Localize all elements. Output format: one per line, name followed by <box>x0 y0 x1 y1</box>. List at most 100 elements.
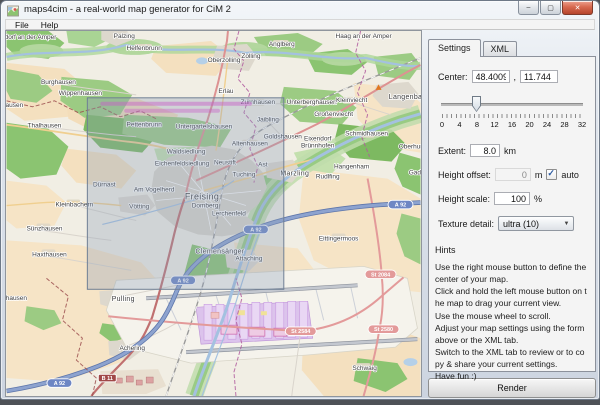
height-offset-input <box>495 168 531 181</box>
height-scale-unit: % <box>534 194 542 204</box>
menu-bar: FileHelp <box>5 19 595 30</box>
map-selection-rectangle[interactable] <box>87 98 283 289</box>
road-shield: A 92 <box>47 379 72 387</box>
map-label: Gaden <box>409 170 421 177</box>
height-offset-label: Height offset: <box>438 170 491 180</box>
map-label: Oberzolling <box>208 57 241 64</box>
map-label: Haxthausen <box>32 251 67 258</box>
map-label: Haag an der Amper <box>336 33 393 40</box>
maximize-button[interactable]: ▢ <box>540 1 561 15</box>
slider-tick-labels: 048121620242832 <box>442 120 582 131</box>
map-label: Palzing <box>114 33 136 40</box>
window-title: maps4cim - a real-world map generator fo… <box>24 4 231 15</box>
slider-track[interactable] <box>441 103 583 106</box>
auto-checkbox[interactable] <box>546 169 557 180</box>
pond <box>403 358 417 366</box>
map-label: Eittingermoos <box>319 235 359 242</box>
close-icon: ✕ <box>575 4 581 12</box>
menu-item-file[interactable]: File <box>10 20 34 30</box>
svg-text:A 92: A 92 <box>54 381 65 387</box>
slider-tick-label: 8 <box>475 120 479 129</box>
slider-tick-label: 32 <box>578 120 586 129</box>
center-lon-input[interactable] <box>520 70 558 83</box>
slider-tick-label: 24 <box>543 120 551 129</box>
map-label: Langenbach <box>389 94 421 101</box>
height-scale-input[interactable] <box>494 192 530 205</box>
height-offset-unit: m <box>535 170 543 180</box>
app-icon <box>7 4 19 16</box>
chevron-down-icon: ▼ <box>560 221 573 227</box>
svg-text:St 2584: St 2584 <box>291 329 311 335</box>
slider-ticks <box>442 114 583 118</box>
slider-tick-label: 4 <box>457 120 461 129</box>
svg-text:St 2580: St 2580 <box>374 327 393 333</box>
map-label: Kleinviecht <box>336 97 367 104</box>
settings-tab-panel: Center: , 048121620242832 Extent: km Hei… <box>428 56 596 372</box>
menu-item-help[interactable]: Help <box>36 20 63 30</box>
hints-text: Use the right mouse button to define the… <box>435 261 588 382</box>
map-label: Sünzhausen <box>26 225 62 232</box>
map-label: Anglberg <box>269 41 295 48</box>
road-shield: St 2584 <box>285 327 316 335</box>
hints-title: Hints <box>435 245 586 255</box>
svg-text:B 11: B 11 <box>102 376 113 382</box>
road-shield: St 2084 <box>365 270 396 278</box>
center-lat-input[interactable] <box>472 70 510 83</box>
close-button[interactable]: ✕ <box>562 1 593 15</box>
extent-label: Extent: <box>438 146 466 156</box>
map-label: Eixendorf <box>304 136 332 143</box>
map-label: Zolling <box>241 53 260 60</box>
map-label: Brünnhofen <box>301 143 335 150</box>
map-canvas[interactable]: dorf an der Amper Palzing Helfenbrunn Haag … <box>6 31 421 396</box>
map-label: Erlau <box>218 88 234 95</box>
slider-tick-label: 0 <box>440 120 444 129</box>
map-label: Pulling <box>112 296 135 303</box>
texture-detail-value: ultra (10) <box>499 219 560 229</box>
map-label: Helfenbrunn <box>127 45 163 52</box>
map-label: Wippenhausen <box>59 90 103 97</box>
road-shield: A 92 <box>388 200 413 208</box>
svg-text:St 2084: St 2084 <box>371 272 391 278</box>
road-shield: St 2580 <box>368 325 399 333</box>
map-label: Unterberghausen <box>287 99 337 106</box>
texture-detail-label: Texture detail: <box>438 219 494 229</box>
selection-watermark <box>100 102 252 106</box>
map-label: Rudlfing <box>316 174 340 181</box>
tab-bar: Settings XML <box>425 30 597 56</box>
slider-tick-label: 28 <box>560 120 568 129</box>
map-label: hausen <box>6 102 24 109</box>
height-scale-label: Height scale: <box>438 194 490 204</box>
map-label: Burghausen <box>41 79 76 86</box>
minimize-button[interactable]: – <box>518 1 539 15</box>
pond <box>196 57 208 64</box>
map-label: Großenviecht <box>314 111 353 118</box>
map-label: Achering <box>119 345 145 352</box>
selection-watermark <box>124 109 220 113</box>
slider-thumb[interactable] <box>472 96 481 112</box>
map-view[interactable]: dorf an der Amper Palzing Helfenbrunn Haag … <box>5 30 422 397</box>
app-window: maps4cim - a real-world map generator fo… <box>0 0 600 400</box>
road-shield: B 11 <box>98 374 116 382</box>
map-label: dorf an der Amper <box>6 34 57 41</box>
texture-detail-select[interactable]: ultra (10) ▼ <box>498 216 574 231</box>
tab-settings[interactable]: Settings <box>428 39 481 57</box>
extent-unit: km <box>504 146 516 156</box>
slider-tick-label: 12 <box>490 120 498 129</box>
minimize-icon: – <box>527 4 531 11</box>
maximize-icon: ▢ <box>547 4 554 12</box>
auto-label: auto <box>561 170 579 180</box>
title-bar: maps4cim - a real-world map generator fo… <box>1 1 599 19</box>
svg-text:A 92: A 92 <box>395 203 406 209</box>
map-label: Hangenham <box>334 164 369 171</box>
extent-input[interactable] <box>470 144 500 157</box>
tab-xml[interactable]: XML <box>483 41 518 56</box>
map-label: Marzling <box>280 171 309 178</box>
map-label: Thalhausen <box>28 123 62 130</box>
center-separator: , <box>514 72 517 82</box>
center-label: Center: <box>438 72 468 82</box>
slider-tick-label: 20 <box>525 120 533 129</box>
map-label: Oberhummel <box>399 144 421 151</box>
map-label: Schwaig <box>352 365 377 372</box>
settings-panel: Settings XML Center: , 048121620242832 E… <box>425 30 597 400</box>
extent-slider[interactable]: 048121620242832 <box>440 95 584 133</box>
